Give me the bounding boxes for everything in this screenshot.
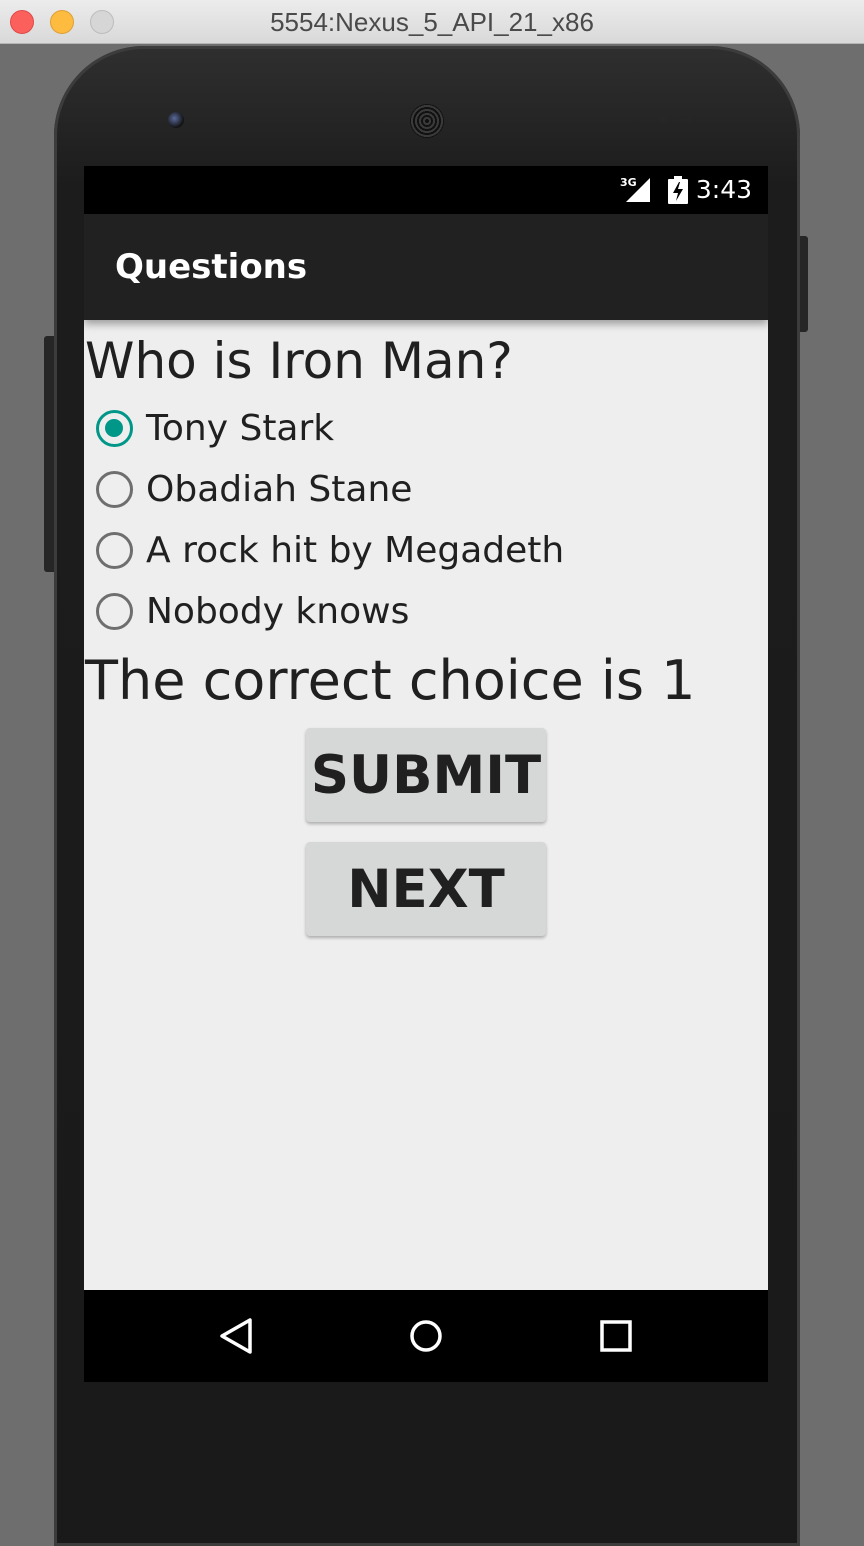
proximity-sensor — [658, 114, 668, 124]
back-triangle-icon[interactable] — [213, 1313, 259, 1359]
window-title: 5554:Nexus_5_API_21_x86 — [270, 7, 594, 37]
earpiece-speaker-icon — [410, 104, 444, 138]
front-camera-icon — [168, 112, 184, 128]
radio-button-icon[interactable] — [96, 532, 133, 569]
submit-button[interactable]: SUBMIT — [306, 728, 546, 822]
app-bar-title: Questions — [115, 247, 308, 287]
answer-option-4[interactable]: Nobody knows — [84, 581, 768, 642]
radio-button-icon[interactable] — [96, 471, 133, 508]
answer-option-1[interactable]: Tony Stark — [84, 398, 768, 459]
app-bar: Questions — [84, 214, 768, 320]
device-screen: 3G 3:43 Questions Who is Iron Man? Tony … — [84, 166, 768, 1382]
window-title-bar: 5554:Nexus_5_API_21_x86 — [0, 0, 864, 44]
answer-option-label[interactable]: A rock hit by Megadeth — [146, 520, 564, 581]
answer-option-label[interactable]: Nobody knows — [146, 581, 409, 642]
radio-button-checked-icon[interactable] — [96, 410, 133, 447]
status-bar: 3G 3:43 — [84, 166, 768, 214]
radio-button-icon[interactable] — [96, 593, 133, 630]
battery-charging-icon — [668, 176, 688, 204]
answer-radio-group: Tony Stark Obadiah Stane A rock hit by M… — [84, 398, 768, 642]
question-text: Who is Iron Man? — [85, 332, 513, 390]
cell-signal-icon — [626, 178, 650, 202]
home-circle-icon[interactable] — [403, 1313, 449, 1359]
status-clock: 3:43 — [695, 175, 752, 204]
recents-square-icon[interactable] — [593, 1313, 639, 1359]
answer-option-2[interactable]: Obadiah Stane — [84, 459, 768, 520]
answer-option-3[interactable]: A rock hit by Megadeth — [84, 520, 768, 581]
light-sensor — [686, 116, 693, 123]
answer-option-label[interactable]: Obadiah Stane — [146, 459, 412, 520]
result-text: The correct choice is 1 — [85, 649, 696, 712]
next-button[interactable]: NEXT — [306, 842, 546, 936]
answer-option-label[interactable]: Tony Stark — [146, 398, 334, 459]
navigation-bar — [84, 1290, 768, 1382]
